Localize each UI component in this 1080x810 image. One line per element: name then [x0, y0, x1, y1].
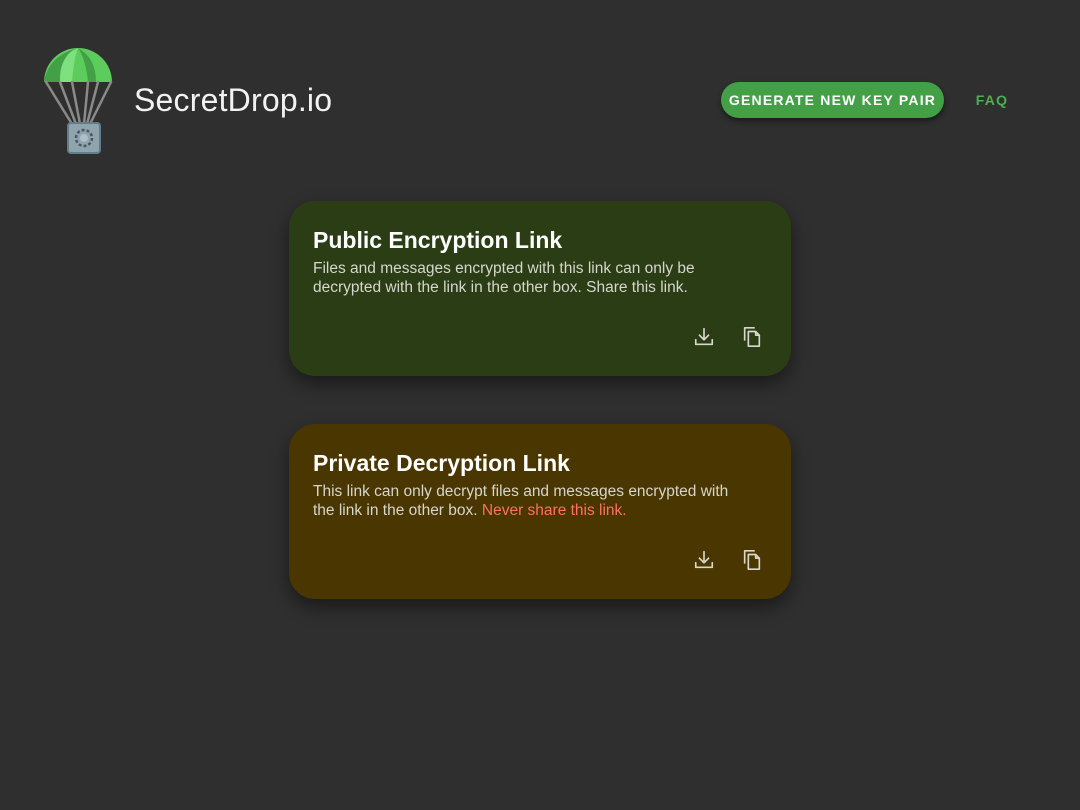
- private-card-title: Private Decryption Link: [313, 450, 570, 476]
- download-icon[interactable]: [691, 324, 717, 350]
- brand-title: SecretDrop.io: [134, 82, 333, 118]
- faq-link[interactable]: FAQ: [962, 82, 1022, 118]
- parachute-safe-icon: [38, 44, 118, 156]
- public-encryption-card: Public Encryption Link Files and message…: [289, 201, 791, 376]
- private-card-warning: Never share this link.: [481, 502, 627, 519]
- public-card-actions: [691, 324, 765, 350]
- copy-icon[interactable]: [739, 547, 765, 573]
- public-card-title: Public Encryption Link: [313, 227, 563, 253]
- private-card-description: This link can only decrypt files and mes…: [313, 482, 753, 520]
- app-header: SecretDrop.io GENERATE NEW KEY PAIR FAQ: [0, 0, 1080, 180]
- private-card-actions: [691, 547, 765, 573]
- generate-key-pair-button[interactable]: GENERATE NEW KEY PAIR: [721, 82, 944, 118]
- download-icon[interactable]: [691, 547, 717, 573]
- public-card-description: Files and messages encrypted with this l…: [313, 260, 695, 296]
- private-decryption-card: Private Decryption Link This link can on…: [289, 424, 791, 599]
- copy-icon[interactable]: [739, 324, 765, 350]
